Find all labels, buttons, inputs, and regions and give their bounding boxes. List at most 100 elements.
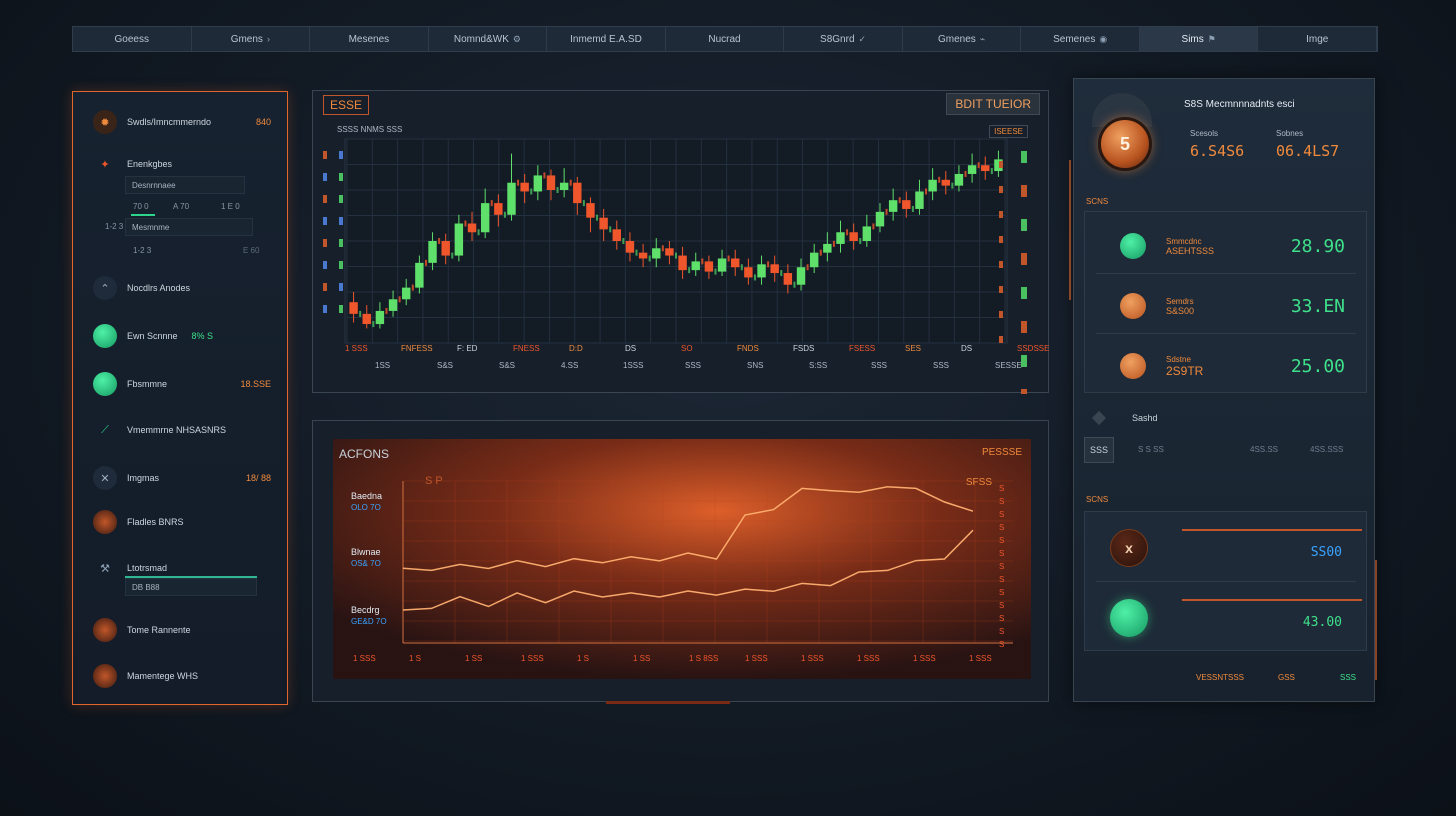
candle-body bbox=[494, 203, 503, 215]
x-tick-label: 1 SSS bbox=[857, 654, 880, 663]
x-tick-label: F: ED bbox=[457, 344, 478, 353]
x-tick-label: FNESS bbox=[513, 344, 540, 353]
y-tick bbox=[323, 261, 327, 269]
nav-tab-9[interactable]: Sims ⚑ bbox=[1139, 27, 1259, 51]
candle-body bbox=[925, 188, 928, 195]
nav-tab-4[interactable]: Inmemd E.A.SD bbox=[547, 27, 666, 51]
candle-body bbox=[582, 200, 585, 207]
sidebar-item-1[interactable]: ✦ Enenkgbes bbox=[93, 152, 271, 176]
y-tick bbox=[1021, 151, 1027, 163]
mini-label: 1 E 0 bbox=[221, 202, 240, 211]
y-tick-label: S bbox=[999, 627, 1004, 636]
nav-tab-7[interactable]: Gmenes ⌁ bbox=[903, 27, 1022, 51]
candle-body bbox=[411, 284, 414, 291]
x-tick-label: 4.SS bbox=[561, 361, 578, 370]
nav-tab-2[interactable]: Mesenes bbox=[310, 27, 429, 51]
nav-tab-label: Nucrad bbox=[708, 33, 741, 45]
y-tick-label: S bbox=[999, 562, 1004, 571]
sidebar-item-9-box[interactable]: DB B88 bbox=[125, 578, 257, 596]
candle-body bbox=[793, 281, 796, 288]
candle-body bbox=[753, 274, 756, 281]
x-tick-label: SSS bbox=[685, 361, 701, 370]
sidebar-item-5[interactable]: Fbsmmne 18.SSE bbox=[93, 372, 271, 396]
area-panel: 1 SSS 1 S 1 SS 1 SSS 1 S 1 SS 1 S 8SS 1 SSS 1 SS… bbox=[312, 420, 1049, 702]
candle-body bbox=[556, 187, 559, 193]
mini-label: 1-2 3 bbox=[105, 222, 124, 231]
sidebar: ✹ Swdls/Imncmmerndo 840 ✦ Enenkgbes Desn… bbox=[72, 91, 288, 705]
edit-chart-button[interactable]: BDIT TUEIOR bbox=[946, 93, 1040, 115]
y-tick bbox=[339, 261, 343, 269]
sidebar-item-11[interactable]: Mamentege WHS bbox=[93, 664, 271, 688]
nav-tab-label: Nomnd&WK bbox=[453, 33, 509, 45]
sidebar-item-8[interactable]: Fladles BNRS bbox=[93, 510, 271, 534]
x-tick-label: S&S bbox=[499, 361, 515, 370]
candle-body bbox=[704, 261, 714, 272]
holding-row[interactable]: Semdrs S&S00 33.EN bbox=[1084, 277, 1367, 335]
nav-tab-6[interactable]: S8Gnrd ✓ bbox=[784, 27, 903, 51]
sidebar-item-4[interactable]: Ewn Scnnne 8% S bbox=[93, 324, 271, 348]
x-tick-label: D:D bbox=[569, 344, 583, 353]
x-tick-label: SNS bbox=[747, 361, 763, 370]
x-tick-label: SES bbox=[905, 344, 921, 353]
footer-label: GSS bbox=[1278, 673, 1295, 682]
row-value: 4SS.SSS bbox=[1310, 445, 1344, 454]
candle-body bbox=[467, 223, 477, 233]
holding-row[interactable]: Sdstne 2S9TR 25.00 bbox=[1084, 337, 1367, 395]
x-tick-label: SSS bbox=[871, 361, 887, 370]
row-value: S S SS bbox=[1138, 445, 1164, 454]
y-tick bbox=[323, 305, 327, 313]
sidebar-item-label: Imgmas bbox=[127, 473, 160, 483]
x-tick-label: SO bbox=[681, 344, 693, 353]
chart-badge: ISEESE bbox=[989, 125, 1028, 138]
candle-body bbox=[740, 264, 743, 271]
sidebar-item-6[interactable]: ⟋ Vmemmrne NHSASNRS bbox=[93, 418, 271, 442]
holding-row[interactable]: Smmcdnc ASEHTSSS 28.90 bbox=[1084, 217, 1367, 275]
sidebar-item-7[interactable]: ✕ Imgmas 18/ 88 bbox=[93, 466, 271, 490]
progress-bar bbox=[131, 214, 155, 216]
chart-title: ACFONS bbox=[339, 447, 390, 461]
y-tick bbox=[323, 217, 327, 225]
x-tick-label: SESSE bbox=[995, 361, 1022, 370]
sidebar-item-label: Mamentege WHS bbox=[127, 671, 199, 681]
nav-tab-3[interactable]: Nomnd&WK ⚙ bbox=[429, 27, 548, 51]
y-tick bbox=[999, 236, 1003, 243]
sidebar-item-3[interactable]: ⌃ Nocdlrs Anodes bbox=[93, 276, 271, 300]
candle-body bbox=[902, 200, 911, 209]
y-tick-label: S bbox=[999, 484, 1004, 493]
candle-body bbox=[359, 310, 362, 317]
holding-name: Semdrs bbox=[1166, 296, 1194, 306]
sidebar-item-label: Fladles BNRS bbox=[127, 517, 184, 527]
x-tick-label: 1 SSS bbox=[801, 654, 824, 663]
nav-tab-10[interactable]: Imge bbox=[1258, 27, 1378, 51]
x-tick-label: 1 S 8SS bbox=[689, 654, 718, 663]
nav-tab-1[interactable]: Gmens › bbox=[192, 27, 311, 51]
candle-body bbox=[517, 179, 520, 186]
candle-body bbox=[424, 259, 427, 266]
candle-body bbox=[625, 241, 635, 253]
candle-body bbox=[990, 168, 993, 175]
candle-body bbox=[388, 299, 398, 311]
candle-body bbox=[819, 249, 822, 256]
candle-body bbox=[648, 255, 651, 262]
orange-coin-icon bbox=[1120, 353, 1146, 379]
nav-tab-8[interactable]: Semenes ◉ bbox=[1021, 27, 1140, 51]
sidebar-item-2[interactable]: Desnrnnaee bbox=[125, 176, 245, 194]
stat-1: Scesols 6.S4S6 bbox=[1190, 129, 1244, 160]
x-tick-label: 1SS bbox=[375, 361, 390, 370]
candle-body bbox=[767, 261, 770, 268]
candle-body bbox=[612, 229, 621, 241]
candle-body bbox=[701, 258, 704, 265]
candle-body bbox=[586, 203, 595, 218]
selector-button[interactable]: SSS bbox=[1084, 437, 1114, 463]
sidebar-item-2b[interactable]: Mesmnme bbox=[125, 218, 253, 236]
candle-body bbox=[609, 226, 612, 233]
y-tick bbox=[323, 173, 327, 181]
candle-body bbox=[652, 248, 661, 259]
y-tick bbox=[1021, 185, 1027, 197]
chart-annotation: SFSS bbox=[965, 477, 992, 488]
sidebar-item-10[interactable]: Tome Rannente bbox=[93, 618, 271, 642]
sidebar-item-0[interactable]: ✹ Swdls/Imncmmerndo 840 bbox=[93, 110, 271, 134]
divider bbox=[1096, 333, 1356, 334]
nav-tab-0[interactable]: Goeess bbox=[73, 27, 192, 51]
nav-tab-5[interactable]: Nucrad bbox=[666, 27, 785, 51]
